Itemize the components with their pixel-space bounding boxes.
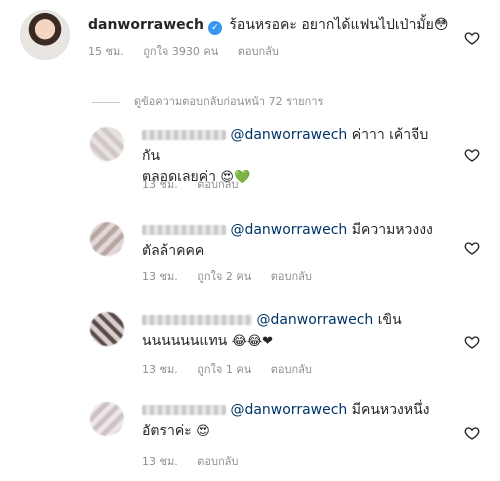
like-count[interactable]: ถูกใจ 3930 คน <box>143 45 218 58</box>
reply-button[interactable]: ตอบกลับ <box>271 363 312 376</box>
mention-link[interactable]: @danworrawech <box>230 222 347 238</box>
reply-comment: @danworrawech มีความหวงงง ตัลล้าคคค 13 ช… <box>90 220 480 290</box>
heart-icon[interactable] <box>464 240 480 256</box>
reply-body-line2: นนนนนนแทน <box>142 333 228 349</box>
comment-body: ร้อนหรอคะ อยากได้แฟนไปเป่ามั้ย😳 <box>229 17 449 33</box>
reply-meta: 13 ชม. ตอบกลับ <box>142 175 254 193</box>
comment-time[interactable]: 13 ชม. <box>142 455 178 468</box>
comment-time[interactable]: 13 ชม. <box>142 270 178 283</box>
avatar[interactable] <box>90 127 124 161</box>
comment-time[interactable]: 15 ชม. <box>88 45 124 58</box>
divider-line <box>92 101 120 103</box>
avatar[interactable] <box>90 312 124 346</box>
reply-meta: 13 ชม. ถูกใจ 2 คน ตอบกลับ <box>142 267 328 285</box>
heart-icon[interactable] <box>464 425 480 441</box>
heart-icon[interactable] <box>464 147 480 163</box>
reply-text: @danworrawech มีคนหวงหนึ่ง อัตราค่ะ 😍 <box>142 400 442 442</box>
avatar[interactable] <box>20 10 70 60</box>
avatar[interactable] <box>90 402 124 436</box>
reply-meta: 13 ชม. ตอบกลับ <box>142 452 254 470</box>
like-count[interactable]: ถูกใจ 2 คน <box>197 270 251 283</box>
reply-button[interactable]: ตอบกลับ <box>238 45 279 58</box>
mention-link[interactable]: @danworrawech <box>230 402 347 418</box>
avatar[interactable] <box>90 222 124 256</box>
reply-button[interactable]: ตอบกลับ <box>197 455 238 468</box>
comment-time[interactable]: 13 ชม. <box>142 363 178 376</box>
reply-text: @danworrawech มีความหวงงง ตัลล้าคคค <box>142 220 442 262</box>
username[interactable]: danworrawech <box>88 17 204 33</box>
reply-body-line2: ตัลล้าคคค <box>142 243 205 259</box>
blurred-username[interactable] <box>142 315 252 325</box>
view-replies-label: ดูข้อความตอบกลับก่อนหน้า 72 รายการ <box>134 95 324 108</box>
reply-text: @danworrawech เขิน นนนนนนแทน 😂😂❤ <box>142 310 442 352</box>
main-comment-text: danworrawech ✓ ร้อนหรอคะ อยากได้แฟนไปเป่า… <box>88 14 448 36</box>
reply-comment: @danworrawech เขิน นนนนนนแทน 😂😂❤ 13 ชม. … <box>90 310 480 380</box>
blurred-username[interactable] <box>142 225 226 235</box>
heart-icon[interactable] <box>464 334 480 350</box>
emoji-text: 😍 <box>196 424 210 439</box>
mention-link[interactable]: @danworrawech <box>256 312 373 328</box>
reply-button[interactable]: ตอบกลับ <box>271 270 312 283</box>
reply-comment: @danworrawech มีคนหวงหนึ่ง อัตราค่ะ 😍 13… <box>90 400 480 475</box>
reply-button[interactable]: ตอบกลับ <box>197 178 238 191</box>
reply-body-line1: เขิน <box>377 312 402 328</box>
blurred-username[interactable] <box>142 130 226 140</box>
reply-meta: 13 ชม. ถูกใจ 1 คน ตอบกลับ <box>142 360 328 378</box>
view-replies-button[interactable]: ดูข้อความตอบกลับก่อนหน้า 72 รายการ <box>92 92 323 110</box>
reply-comment: @danworrawech ค่าาา เค้าจีบกัน ตลอดเลยค่… <box>90 125 480 195</box>
main-comment-meta: 15 ชม. ถูกใจ 3930 คน ตอบกลับ <box>88 42 295 60</box>
verified-badge-icon: ✓ <box>207 21 222 35</box>
comment-time[interactable]: 13 ชม. <box>142 178 178 191</box>
blurred-username[interactable] <box>142 405 226 415</box>
mention-link[interactable]: @danworrawech <box>230 127 347 143</box>
reply-body-line2: อัตราค่ะ <box>142 423 192 439</box>
reply-body-line1: มีความหวงงง <box>351 222 433 238</box>
heart-icon[interactable] <box>464 30 480 46</box>
emoji-text: 😂😂❤ <box>231 334 273 349</box>
like-count[interactable]: ถูกใจ 1 คน <box>197 363 251 376</box>
reply-body-line1: มีคนหวงหนึ่ง <box>351 402 430 418</box>
main-comment: danworrawech ✓ ร้อนหรอคะ อยากได้แฟนไปเป่า… <box>20 8 480 68</box>
